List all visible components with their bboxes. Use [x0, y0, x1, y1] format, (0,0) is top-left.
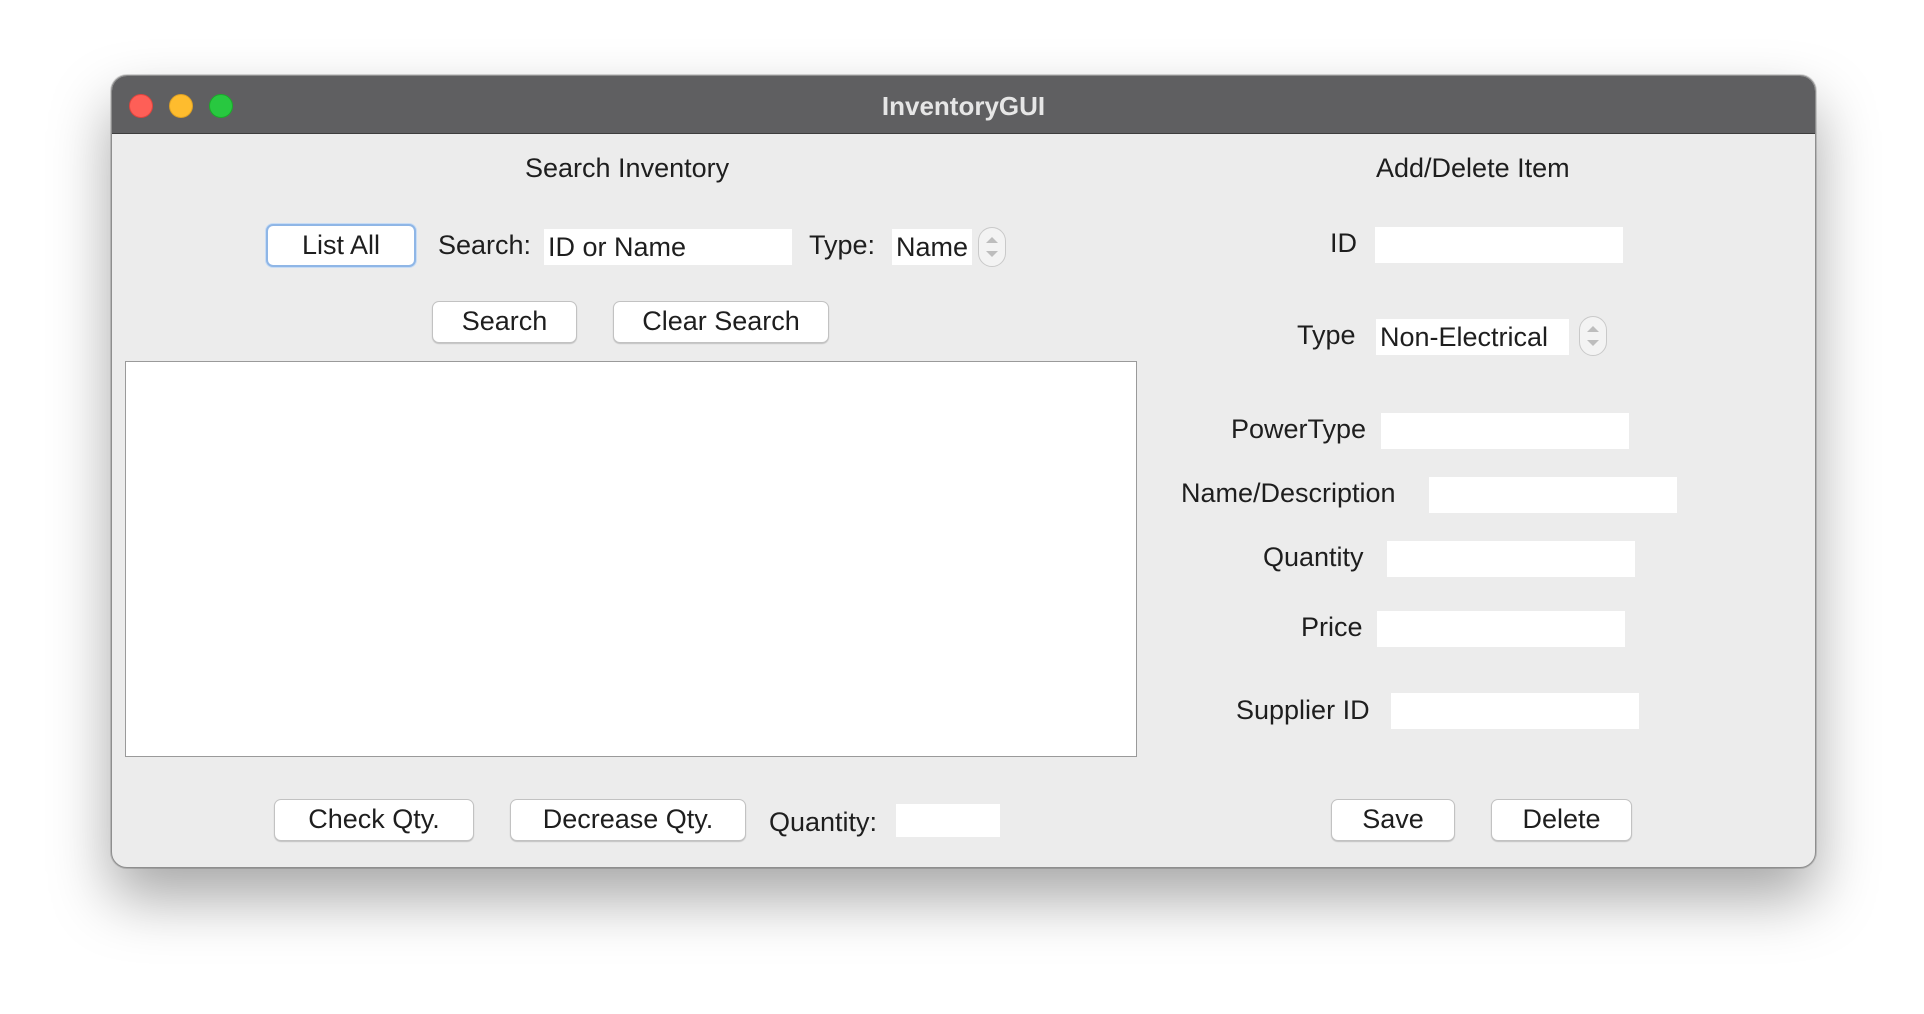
item-type-stepper[interactable]	[1579, 316, 1607, 356]
quantity-label: Quantity:	[769, 807, 878, 837]
search-label: Search:	[438, 230, 532, 260]
item-quantity-label: Quantity	[1263, 542, 1364, 572]
stepper-up-icon[interactable]	[1587, 326, 1599, 332]
stepper-up-icon[interactable]	[986, 237, 998, 243]
decrease-qty-button[interactable]: Decrease Qty.	[510, 799, 746, 841]
add-delete-heading: Add/Delete Item	[1376, 153, 1570, 183]
title-bar: InventoryGUI	[112, 76, 1815, 134]
item-quantity-input[interactable]	[1387, 541, 1635, 577]
search-type-stepper[interactable]	[978, 227, 1006, 267]
powertype-label: PowerType	[1231, 414, 1367, 444]
stepper-down-icon[interactable]	[986, 251, 998, 257]
powertype-input[interactable]	[1381, 413, 1629, 449]
supplier-id-label: Supplier ID	[1236, 695, 1370, 725]
search-inventory-heading: Search Inventory	[525, 153, 730, 183]
window-title: InventoryGUI	[881, 91, 1046, 121]
item-type-field[interactable]: Non-Electrical	[1376, 319, 1569, 355]
price-input[interactable]	[1377, 611, 1625, 647]
save-button[interactable]: Save	[1331, 799, 1455, 841]
list-all-button[interactable]: List All	[266, 224, 416, 267]
results-text-area[interactable]	[125, 361, 1137, 757]
clear-search-button[interactable]: Clear Search	[613, 301, 829, 343]
search-input[interactable]: ID or Name	[544, 229, 792, 265]
supplier-id-input[interactable]	[1391, 693, 1639, 729]
id-label: ID	[1330, 228, 1357, 258]
id-input[interactable]	[1375, 227, 1623, 263]
delete-button[interactable]: Delete	[1491, 799, 1632, 841]
quantity-input[interactable]	[896, 804, 1000, 837]
check-qty-button[interactable]: Check Qty.	[274, 799, 474, 841]
inventory-window: InventoryGUI Search Inventory List All S…	[111, 75, 1816, 868]
stepper-down-icon[interactable]	[1587, 340, 1599, 346]
name-description-label: Name/Description	[1181, 478, 1396, 508]
name-description-input[interactable]	[1429, 477, 1677, 513]
search-button[interactable]: Search	[432, 301, 577, 343]
price-label: Price	[1301, 612, 1363, 642]
type-label: Type	[1297, 320, 1356, 350]
search-type-label: Type:	[809, 230, 876, 260]
search-type-field[interactable]: Name	[892, 229, 972, 265]
